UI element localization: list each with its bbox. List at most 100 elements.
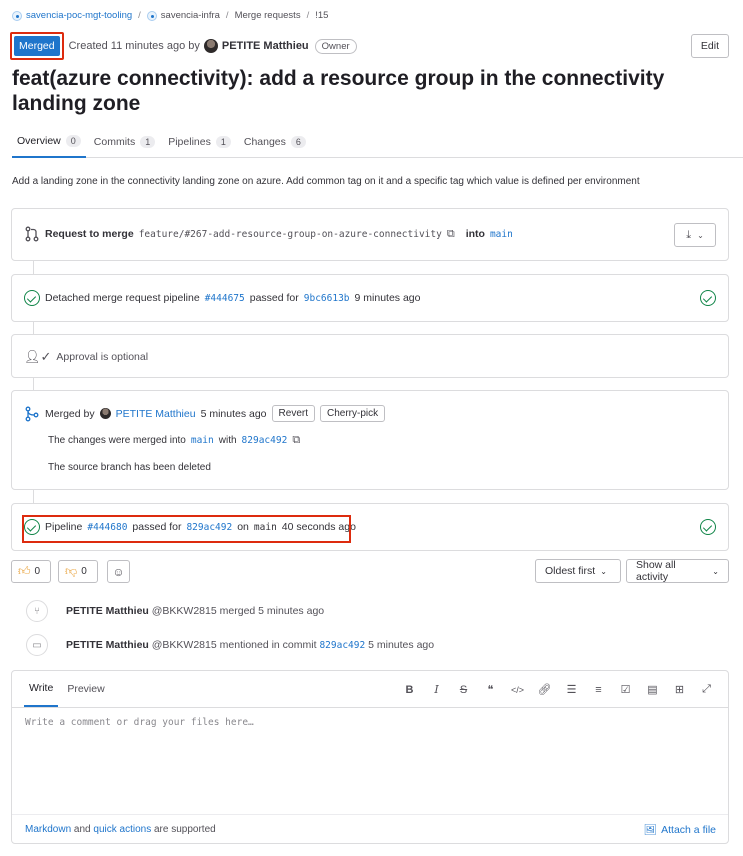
tab-label: Pipelines	[168, 135, 211, 148]
bold-icon[interactable]: B	[400, 680, 419, 699]
source-deleted-text: The source branch has been deleted	[48, 462, 211, 473]
timeline-connector	[33, 321, 34, 335]
attach-file-label: Attach a file	[661, 823, 716, 836]
avatar[interactable]	[203, 39, 218, 53]
tab-pipelines[interactable]: Pipelines 1	[163, 126, 236, 157]
detached-pipeline-widget: Detached merge request pipeline #444675 …	[11, 274, 729, 322]
thumbs-down-count: 0	[81, 566, 87, 577]
pipeline-status-icon[interactable]	[700, 519, 716, 535]
project-icon	[146, 10, 157, 21]
quick-actions-link[interactable]: quick actions	[93, 824, 151, 835]
breadcrumb: savencia-poc-mgt-tooling / savencia-infr…	[12, 10, 328, 21]
activity-handle[interactable]: @BKKW2815	[152, 639, 217, 651]
activity-filter-label: Show all activity	[636, 559, 676, 583]
tab-label: Commits	[93, 135, 136, 148]
merge-commit-link[interactable]: 829ac492	[242, 435, 288, 446]
activity-author[interactable]: PETITE Matthieu	[66, 639, 149, 651]
target-branch[interactable]: main	[490, 229, 513, 240]
with-label: with	[218, 435, 237, 446]
source-branch[interactable]: feature/#267-add-resource-group-on-azure…	[139, 229, 442, 240]
status-passed-icon[interactable]	[24, 290, 40, 306]
edit-button[interactable]: Edit	[690, 34, 729, 58]
merge-request-widget: Request to merge feature/#267-add-resour…	[11, 208, 729, 261]
markdown-link[interactable]: Markdown	[25, 824, 71, 835]
pipeline-time: 9 minutes ago	[354, 292, 421, 304]
merged-by-author[interactable]: PETITE Matthieu	[116, 408, 196, 420]
breadcrumb-mr-id[interactable]: !15	[315, 10, 328, 21]
approval-text: Approval is optional	[56, 351, 149, 363]
pipeline-status-icon[interactable]	[700, 290, 716, 306]
merge-icon	[25, 406, 39, 421]
download-dropdown[interactable]: ⤓ ⌄	[674, 223, 716, 247]
timeline-connector	[33, 261, 34, 275]
code-icon[interactable]: </>	[508, 680, 527, 699]
tab-label: Changes	[243, 135, 286, 148]
avatar[interactable]	[99, 408, 111, 419]
pipeline-link[interactable]: #444675	[205, 293, 245, 304]
tab-label: Overview	[17, 135, 61, 147]
breadcrumb-project[interactable]: savencia-infra	[161, 10, 220, 21]
passed-for-label: passed for	[249, 292, 299, 304]
comment-textarea[interactable]: Write a comment or drag your files here…	[25, 717, 254, 728]
copy-branch-icon[interactable]: ⧉	[447, 228, 455, 241]
activity-filter-dropdown[interactable]: Show all activity ⌄	[626, 559, 729, 583]
strikethrough-icon[interactable]: S	[454, 680, 473, 699]
breadcrumb-separator: /	[306, 10, 310, 21]
merge-request-icon: ⑂	[26, 600, 48, 622]
table-icon[interactable]: ⊞	[670, 680, 689, 699]
breadcrumb-merge-requests[interactable]: Merge requests	[235, 10, 301, 21]
breadcrumb-group[interactable]: savencia-poc-mgt-tooling	[26, 10, 132, 21]
sort-order-dropdown[interactable]: Oldest first ⌄	[535, 559, 621, 583]
numbered-list-icon[interactable]: ≡	[589, 680, 608, 699]
pipeline-highlight	[22, 515, 351, 543]
activity-item: ▭ PETITE Matthieu @BKKW2815 mentioned in…	[26, 634, 434, 656]
tab-changes[interactable]: Changes 6	[239, 126, 311, 157]
author-link[interactable]: PETITE Matthieu	[222, 40, 309, 52]
mr-tabs: Overview 0 Commits 1 Pipelines 1 Changes 6	[12, 126, 743, 158]
tab-overview[interactable]: Overview 0	[12, 126, 86, 158]
tab-write[interactable]: Write	[24, 671, 59, 707]
thumbs-up-button[interactable]: 👍︎ 0	[11, 560, 51, 583]
task-list-icon[interactable]: ☑	[616, 680, 635, 699]
activity-commit-link[interactable]: 829ac492	[319, 640, 365, 651]
into-label: into	[465, 228, 485, 240]
breadcrumb-separator: /	[225, 10, 229, 21]
page-title: feat(azure connectivity): add a resource…	[12, 67, 665, 115]
footer-suffix: are supported	[153, 824, 216, 835]
activity-handle[interactable]: @BKKW2815	[152, 605, 217, 617]
merged-into-text: The changes were merged into	[48, 435, 186, 446]
approval-icon: 👤︎✓	[24, 349, 52, 364]
cherry-pick-button[interactable]: Cherry-pick	[319, 405, 386, 422]
commit-link[interactable]: 9bc6613b	[304, 293, 350, 304]
activity-author[interactable]: PETITE Matthieu	[66, 605, 149, 617]
project-icon	[12, 10, 22, 21]
merged-by-label: Merged by	[45, 407, 95, 420]
formatting-toolbar: B I S ❝ </> 🔗︎ ☰ ≡ ☑ ▤ ⊞ ⤢	[400, 680, 716, 699]
copy-commit-icon[interactable]: ⧉	[292, 434, 300, 447]
link-icon[interactable]: 🔗︎	[535, 680, 554, 699]
chevron-down-icon: ⌄	[697, 230, 704, 240]
tab-commits[interactable]: Commits 1	[89, 126, 160, 157]
image-icon: 🖼︎	[643, 824, 658, 836]
editor-divider	[12, 707, 728, 708]
breadcrumb-separator: /	[138, 10, 141, 21]
tab-count: 1	[215, 135, 231, 148]
chevron-down-icon: ⌄	[600, 566, 607, 576]
fullscreen-icon[interactable]: ⤢	[697, 680, 716, 699]
merged-branch[interactable]: main	[191, 435, 214, 446]
approval-widget: 👤︎✓ Approval is optional	[11, 334, 729, 378]
quote-icon[interactable]: ❝	[481, 680, 500, 699]
tab-preview[interactable]: Preview	[62, 671, 109, 707]
comment-editor: Write Preview B I S ❝ </> 🔗︎ ☰ ≡ ☑ ▤ ⊞ ⤢…	[11, 670, 729, 844]
editor-footer-divider	[12, 814, 728, 815]
collapsible-icon[interactable]: ▤	[643, 680, 662, 699]
attach-file-button[interactable]: 🖼︎ Attach a file	[643, 823, 716, 837]
revert-button[interactable]: Revert	[271, 405, 315, 422]
bullet-list-icon[interactable]: ☰	[562, 680, 581, 699]
tab-count: 6	[290, 135, 306, 148]
mr-header: Merged Created 11 minutes ago by PETITE …	[10, 32, 729, 60]
timeline-connector	[33, 489, 34, 503]
add-reaction-button[interactable]: ☺	[107, 560, 130, 583]
thumbs-down-button[interactable]: 👎︎ 0	[58, 560, 98, 583]
italic-icon[interactable]: I	[427, 680, 446, 699]
